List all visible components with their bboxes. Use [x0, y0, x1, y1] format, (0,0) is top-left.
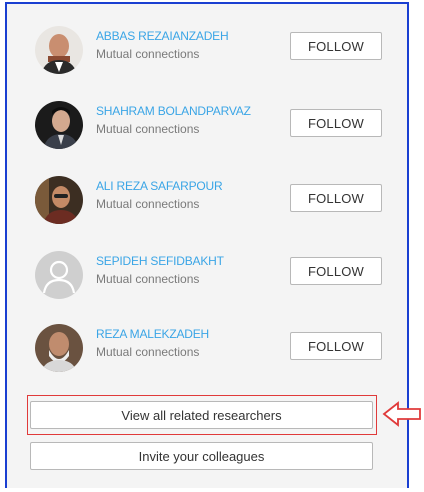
researcher-name-link[interactable]: ALI REZA SAFARPOUR: [96, 179, 223, 193]
follow-button[interactable]: FOLLOW: [290, 32, 382, 60]
researcher-subtitle: Mutual connections: [96, 47, 200, 61]
follow-button[interactable]: FOLLOW: [290, 184, 382, 212]
avatar[interactable]: [35, 324, 83, 372]
invite-colleagues-button[interactable]: Invite your colleagues: [30, 442, 373, 470]
arrow-left-icon: [382, 401, 421, 427]
researcher-name-link[interactable]: SHAHRAM BOLANDPARVAZ: [96, 104, 251, 118]
follow-button[interactable]: FOLLOW: [290, 257, 382, 285]
researcher-name-link[interactable]: REZA MALEKZADEH: [96, 327, 209, 341]
researcher-item: REZA MALEKZADEH Mutual connections FOLLO…: [35, 324, 385, 374]
default-user-icon[interactable]: [35, 251, 83, 299]
follow-button[interactable]: FOLLOW: [290, 332, 382, 360]
researcher-subtitle: Mutual connections: [96, 345, 200, 359]
researcher-item: SEPIDEH SEFIDBAKHT Mutual connections FO…: [35, 251, 385, 301]
researcher-subtitle: Mutual connections: [96, 122, 200, 136]
researcher-item: ALI REZA SAFARPOUR Mutual connections FO…: [35, 176, 385, 226]
view-all-researchers-button[interactable]: View all related researchers: [30, 401, 373, 429]
researcher-subtitle: Mutual connections: [96, 197, 200, 211]
researcher-item: SHAHRAM BOLANDPARVAZ Mutual connections …: [35, 101, 385, 151]
avatar[interactable]: [35, 26, 83, 74]
researcher-name-link[interactable]: ABBAS REZAIANZADEH: [96, 29, 229, 43]
avatar[interactable]: [35, 176, 83, 224]
researcher-name-link[interactable]: SEPIDEH SEFIDBAKHT: [96, 254, 224, 268]
avatar[interactable]: [35, 101, 83, 149]
follow-button[interactable]: FOLLOW: [290, 109, 382, 137]
researcher-subtitle: Mutual connections: [96, 272, 200, 286]
researcher-item: ABBAS REZAIANZADEH Mutual connections FO…: [35, 26, 385, 76]
